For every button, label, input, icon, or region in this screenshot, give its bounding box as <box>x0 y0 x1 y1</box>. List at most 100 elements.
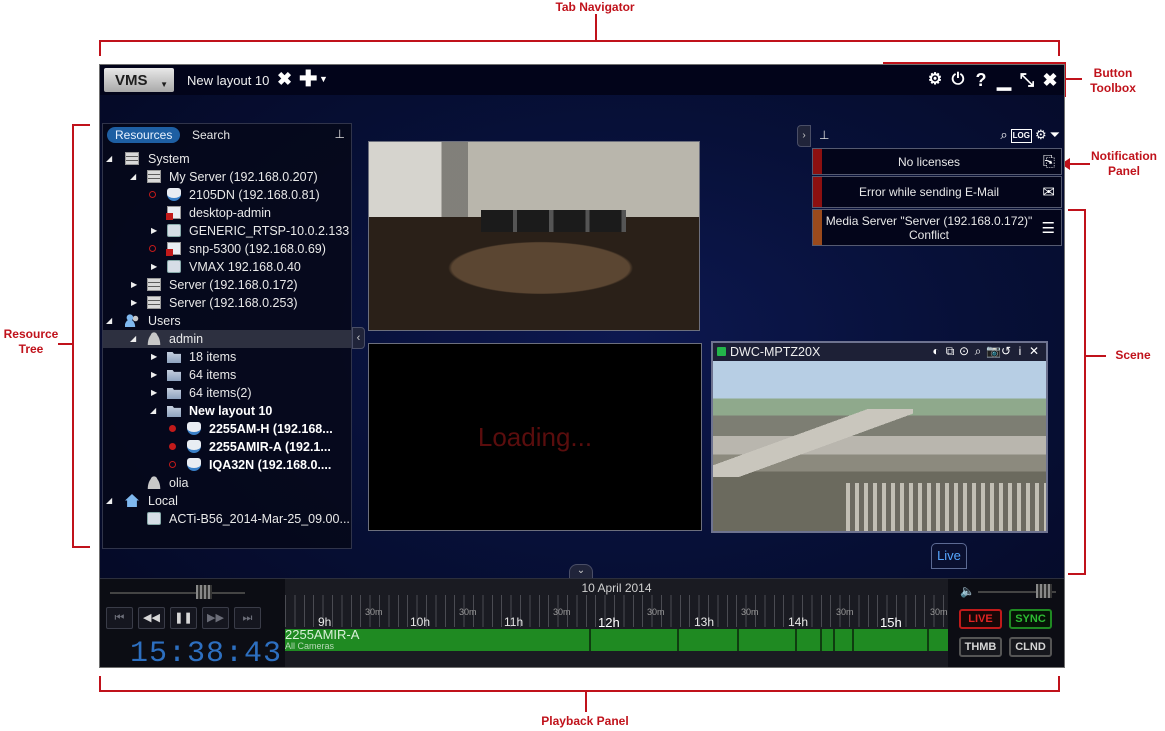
tree-node-layout[interactable]: ▶ 64 items <box>103 366 351 384</box>
tree-node-camera[interactable]: IQA32N (192.168.0.... <box>103 456 351 474</box>
tree-node-camera[interactable]: 2255AM-H (192.168... <box>103 420 351 438</box>
plug-icon[interactable]: ⏻ <box>948 70 968 90</box>
expand-arrow-icon[interactable]: ▶ <box>131 276 137 294</box>
thumbnails-button[interactable]: THMB <box>959 637 1002 657</box>
server-icon[interactable]: ☰ <box>1042 219 1055 237</box>
tab-new-layout-10[interactable]: New layout 10 <box>187 73 269 88</box>
tree-node-my-server[interactable]: ◢ My Server (192.168.0.207) <box>103 168 351 186</box>
gear-icon[interactable]: ⚙ <box>1035 127 1047 143</box>
close-icon[interactable]: ✖ <box>1040 70 1060 90</box>
expand-arrow-icon[interactable]: ▶ <box>151 366 157 384</box>
zoom-icon[interactable]: ⌕ <box>972 344 984 359</box>
pin-icon[interactable]: ⊥ <box>335 127 345 141</box>
jump-start-button[interactable]: ⏮ <box>106 607 133 629</box>
ptz-icon[interactable]: ⊙ <box>958 344 970 359</box>
minimize-icon[interactable]: ▁ <box>994 70 1014 90</box>
pin-icon[interactable]: ⊥ <box>819 128 829 142</box>
tree-node-layout[interactable]: ▶ 18 items <box>103 348 351 366</box>
settings-reel-icon[interactable]: ⚙ <box>925 70 945 90</box>
notification-item[interactable]: Error while sending E-Mail ✉ <box>812 176 1062 208</box>
volume-icon[interactable]: 🔈 <box>960 584 975 598</box>
tree-node-camera[interactable]: 2255AMIR-A (192.1... <box>103 438 351 456</box>
main-menu-button[interactable]: VMS ▼ <box>104 68 174 92</box>
expand-arrow-icon[interactable]: ◢ <box>130 168 136 186</box>
calendar-button[interactable]: CLND <box>1009 637 1052 657</box>
expand-arrow-icon[interactable]: ▶ <box>151 384 157 402</box>
collapse-tree-button[interactable]: ‹ <box>352 327 365 349</box>
tree-node-camera[interactable]: 2105DN (192.168.0.81) <box>103 186 351 204</box>
camera-tile-loading[interactable]: Loading... <box>368 343 702 531</box>
live-position-tag[interactable]: Live <box>931 543 967 569</box>
log-icon[interactable]: LOG <box>1010 129 1032 143</box>
speed-slider-thumb[interactable] <box>196 585 212 599</box>
mail-error-icon[interactable]: ✉ <box>1042 183 1055 201</box>
timeline-camera-name: 2255AMIR-A <box>285 627 360 642</box>
add-tab-menu-icon[interactable]: ▼ <box>319 74 328 84</box>
tree-node-layout[interactable]: ◢ New layout 10 <box>103 402 351 420</box>
tree-node-system[interactable]: ◢ System <box>103 150 351 168</box>
tree-node-camera[interactable]: snp-5300 (192.168.0.69) <box>103 240 351 258</box>
sync-button[interactable]: SYNC <box>1009 609 1052 629</box>
notification-item[interactable]: Media Server "Server (192.168.0.172)" Co… <box>812 209 1062 246</box>
expand-arrow-icon[interactable]: ◢ <box>106 150 112 168</box>
camera-tile-office[interactable] <box>368 141 700 331</box>
tree-node-admin[interactable]: ◢ admin <box>103 330 351 348</box>
notification-item[interactable]: No licenses ⎘ <box>812 148 1062 175</box>
tree-node-users[interactable]: ◢ Users <box>103 312 351 330</box>
playback-clock: 15:38:43 <box>130 637 283 668</box>
expand-arrow-icon[interactable]: ▶ <box>151 258 157 276</box>
live-button[interactable]: LIVE <box>959 609 1002 629</box>
help-icon[interactable]: ? <box>971 70 991 90</box>
tree-node-server[interactable]: ▶ Server (192.168.0.172) <box>103 276 351 294</box>
fast-forward-button[interactable]: ▶▶ <box>202 607 229 629</box>
recording-gap <box>589 629 591 651</box>
expand-arrow-icon[interactable]: ◢ <box>106 312 112 330</box>
add-tab-icon[interactable]: ✚ <box>299 66 317 92</box>
timeline-date: 10 April 2014 <box>581 581 652 595</box>
tree-node-user[interactable]: olia <box>103 474 351 492</box>
fullscreen-icon[interactable]: ⤡ <box>1017 70 1037 90</box>
bracket-tab-navigator <box>99 40 1060 56</box>
tree-node-camera[interactable]: ▶ VMAX 192.168.0.40 <box>103 258 351 276</box>
camera-tile-header: DWC-MPTZ20X ◐ ⧉ ⊙ ⌕ 📷 ↺ i ✕ <box>713 343 1046 361</box>
jump-end-button[interactable]: ⏭ <box>234 607 261 629</box>
tree-node-local[interactable]: ◢ Local <box>103 492 351 510</box>
screenshot-icon[interactable]: 📷 <box>986 344 1001 359</box>
timeline[interactable]: 10 April 2014 30m 9h 30m 10h 30m 11h 30m… <box>285 579 948 667</box>
expand-arrow-icon[interactable]: ◢ <box>106 492 112 510</box>
pause-button[interactable]: ❚❚ <box>170 607 197 629</box>
tree-label: New layout 10 <box>189 404 273 418</box>
tree-label: 2255AM-H (192.168... <box>209 422 333 436</box>
info-icon[interactable]: i <box>1014 344 1026 359</box>
image-enhance-icon[interactable]: ◐ <box>930 344 942 359</box>
expand-arrow-icon[interactable]: ▶ <box>131 294 137 312</box>
tab-resources[interactable]: Resources <box>107 127 181 143</box>
tree-label: 2105DN (192.168.0.81) <box>189 188 320 202</box>
tick-hour: 11h <box>504 615 524 629</box>
notification-toggle-button[interactable]: › <box>797 125 811 147</box>
rotate-icon[interactable]: ↺ <box>1000 344 1012 359</box>
bracket-playback <box>99 676 1060 692</box>
volume-slider-thumb[interactable] <box>1036 584 1052 598</box>
expand-arrow-icon[interactable]: ◢ <box>150 402 156 420</box>
tree-node-media-file[interactable]: ACTi-B56_2014-Mar-25_09.00... <box>103 510 351 528</box>
expand-arrow-icon[interactable]: ▶ <box>151 222 157 240</box>
camera-tile-ptz[interactable]: DWC-MPTZ20X ◐ ⧉ ⊙ ⌕ 📷 ↺ i ✕ <box>711 341 1048 533</box>
fisheye-icon[interactable]: ⧉ <box>944 344 956 359</box>
rewind-button[interactable]: ◀◀ <box>138 607 165 629</box>
tree-node-layout[interactable]: ▶ 64 items(2) <box>103 384 351 402</box>
close-icon[interactable]: ✕ <box>1028 344 1040 359</box>
tree-node-desktop[interactable]: desktop-admin <box>103 204 351 222</box>
tab-search[interactable]: Search <box>192 128 230 142</box>
expand-arrow-icon[interactable]: ◢ <box>130 330 136 348</box>
search-icon[interactable]: ⌕ <box>1000 127 1007 143</box>
filter-icon[interactable]: ⏷ <box>1050 127 1060 143</box>
license-icon[interactable]: ⎘ <box>1043 153 1055 170</box>
expand-arrow-icon[interactable]: ▶ <box>151 348 157 366</box>
speed-slider[interactable] <box>110 592 245 594</box>
close-tab-icon[interactable]: ✖ <box>277 69 292 90</box>
tree-node-camera[interactable]: ▶ GENERIC_RTSP-10.0.2.133 <box>103 222 351 240</box>
tree-node-server[interactable]: ▶ Server (192.168.0.253) <box>103 294 351 312</box>
tree-label: snp-5300 (192.168.0.69) <box>189 242 326 256</box>
tick-30m: 30m <box>836 607 854 617</box>
